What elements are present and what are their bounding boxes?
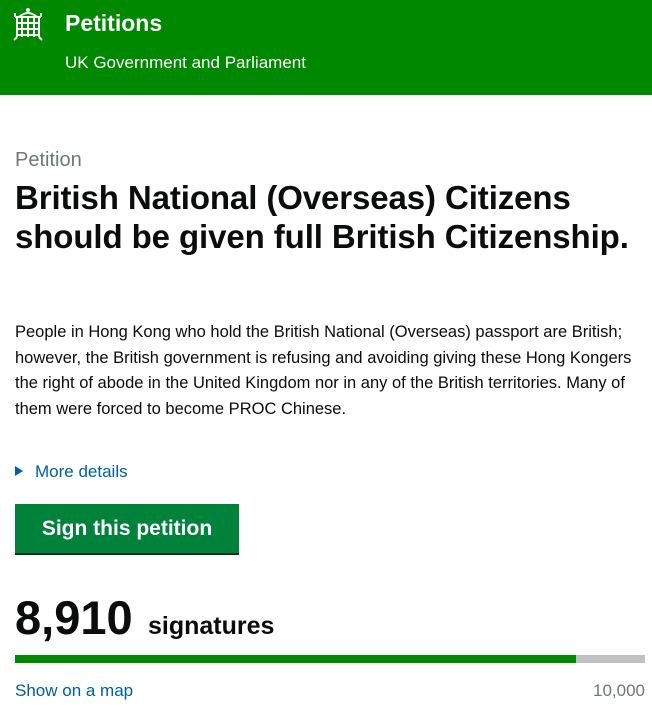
triangle-right-icon — [15, 466, 23, 476]
signature-progress-fill — [15, 655, 577, 663]
show-on-map-link[interactable]: Show on a map — [15, 680, 133, 702]
site-header: Petitions UK Government and Parliament — [0, 0, 652, 95]
portcullis-icon[interactable] — [11, 7, 45, 41]
signature-count-label: signatures — [148, 612, 275, 640]
signature-count: 8,910 — [15, 591, 133, 644]
sign-petition-button[interactable]: Sign this petition — [15, 504, 239, 553]
signature-progress-bar — [15, 655, 645, 663]
site-title[interactable]: Petitions — [65, 9, 162, 37]
petition-description: People in Hong Kong who hold the British… — [15, 323, 632, 418]
site-subtitle: UK Government and Parliament — [65, 53, 306, 72]
more-details-toggle[interactable]: More details — [15, 460, 128, 484]
petition-title: British National (Overseas) Citizens sho… — [15, 179, 629, 255]
petition-label: Petition — [15, 149, 82, 171]
signature-target: 10,000 — [593, 681, 645, 700]
more-details-label: More details — [35, 462, 128, 481]
